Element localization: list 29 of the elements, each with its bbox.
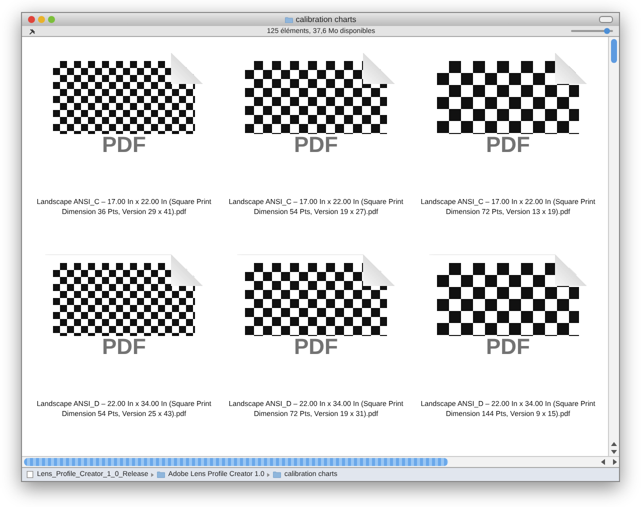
document-icon [26,471,34,478]
toolbar-toggle-button[interactable] [599,16,613,23]
scroll-arrows-icon[interactable] [599,458,619,466]
pdf-thumbnail[interactable]: PDF [237,254,395,364]
scroll-thumb[interactable] [611,39,617,63]
minimize-button[interactable] [38,16,45,23]
zoom-button[interactable] [48,16,55,23]
tools-icon[interactable] [29,28,36,34]
pdf-label: PDF [293,132,339,158]
scroll-arrows-icon[interactable] [610,440,618,456]
chevron-icon [267,472,270,476]
close-button[interactable] [28,16,35,23]
pdf-label: PDF [101,132,147,158]
icon-size-slider[interactable] [571,28,613,34]
chevron-icon [151,472,154,476]
pdf-label: PDF [293,334,339,360]
pdf-label: PDF [101,334,147,360]
window-title: calibration charts [296,15,356,24]
pdf-label: PDF [485,334,531,360]
pdf-thumbnail[interactable]: PDF [45,53,203,163]
pdf-thumbnail[interactable]: PDF [429,254,587,364]
pdf-thumbnail[interactable]: PDF [45,254,203,364]
folder-icon [273,471,282,478]
pdf-thumbnail[interactable]: PDF [237,53,395,163]
pdf-label: PDF [485,132,531,158]
folder-icon [157,471,166,478]
vertical-scrollbar[interactable] [608,37,619,456]
folder-icon [284,16,293,22]
pdf-thumbnail[interactable]: PDF [429,53,587,163]
